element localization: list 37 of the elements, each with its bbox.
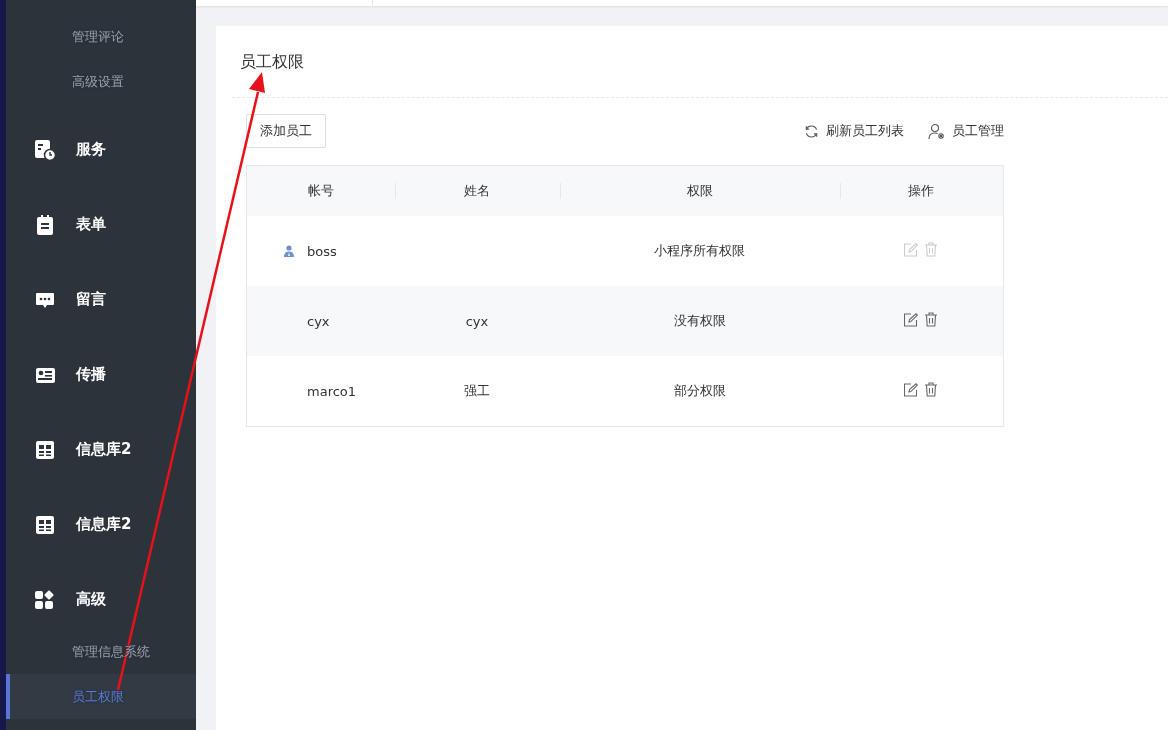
column-header: 姓名 <box>464 183 490 198</box>
sidebar-subitem[interactable]: 管理评论 <box>6 14 196 59</box>
table-cell: cyx <box>307 313 330 329</box>
add-staff-button[interactable]: 添加员工 <box>246 114 326 148</box>
panel-title: 员工权限 <box>240 51 304 73</box>
document-clock-icon <box>34 138 56 161</box>
table-cell: 部分权限 <box>673 383 726 398</box>
sidebar-item[interactable]: 高级 <box>76 590 106 609</box>
column-header: 帐号 <box>307 183 334 198</box>
table-cell: 小程序所有权限 <box>654 243 745 258</box>
table-cell: marco1 <box>307 383 357 399</box>
column-header: 权限 <box>686 183 713 198</box>
sidebar-item[interactable]: 信息库2 <box>76 440 132 459</box>
table-cell: 没有权限 <box>673 313 726 328</box>
id-card-icon <box>35 365 55 384</box>
table-cell: cyx <box>465 313 489 329</box>
trash-icon[interactable] <box>924 312 939 328</box>
grid-panel-icon <box>35 514 55 535</box>
column-header: 操作 <box>908 183 935 198</box>
table-cell: 强工 <box>464 383 490 398</box>
sidebar-subitem[interactable]: 高级设置 <box>6 59 196 104</box>
clipboard-icon <box>35 213 55 236</box>
sidebar-item[interactable]: 信息库2 <box>76 515 132 534</box>
refresh-link[interactable]: 刷新员工列表 <box>826 122 904 140</box>
grid-panel-icon <box>35 439 55 460</box>
staff-management-link[interactable]: 员工管理 <box>952 122 1004 140</box>
sidebar-item[interactable]: 表单 <box>76 215 106 234</box>
sidebar-item[interactable]: 服务 <box>76 140 106 159</box>
trash-icon[interactable] <box>924 382 939 398</box>
refresh-icon[interactable] <box>804 123 819 139</box>
sidebar-item[interactable]: 传播 <box>76 365 106 384</box>
user-gear-icon[interactable] <box>928 122 945 140</box>
edit-icon[interactable] <box>904 382 919 397</box>
table-cell: boss <box>307 243 337 259</box>
edit-icon[interactable] <box>904 312 919 327</box>
tiles-icon <box>35 589 55 610</box>
sidebar-item[interactable]: 留言 <box>76 290 106 309</box>
